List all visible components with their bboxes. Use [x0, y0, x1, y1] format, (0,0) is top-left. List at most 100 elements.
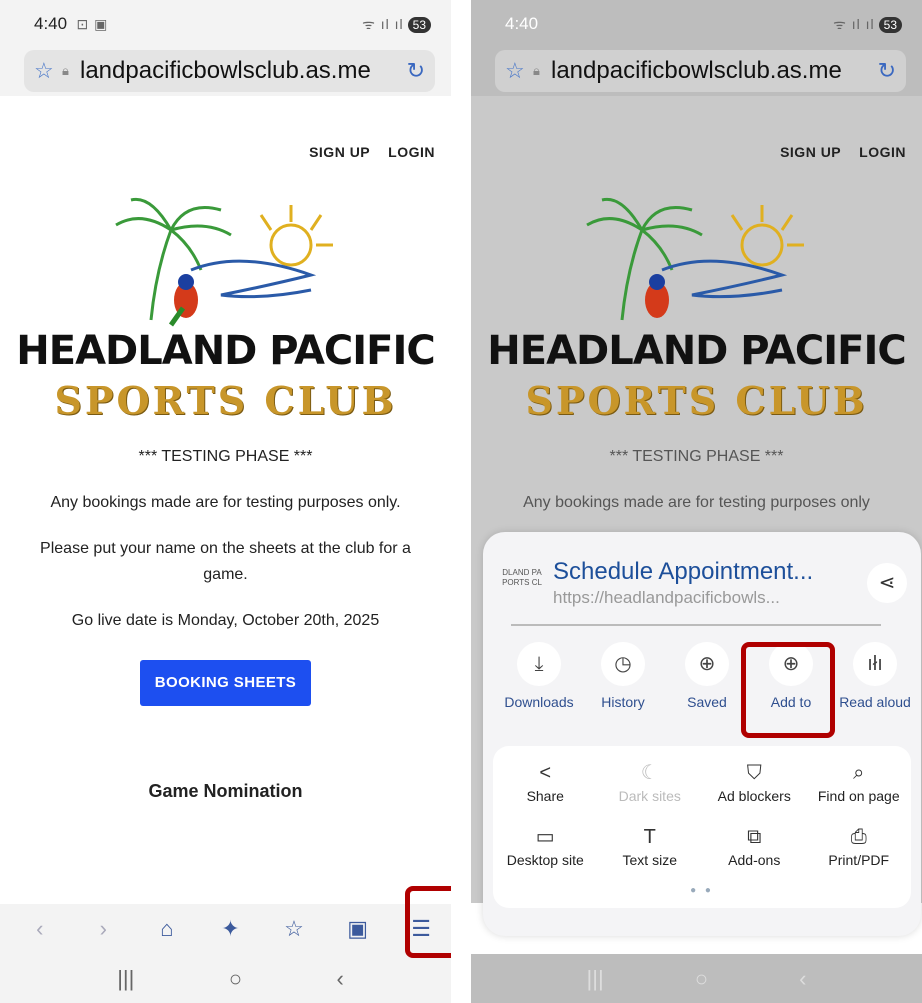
logo-title-line2: SPORTS CLUB [54, 378, 397, 423]
signal-icon-dimmed: ᯤ ıl ıl [833, 16, 875, 32]
find-icon: ⌕ [853, 762, 865, 784]
address-bar-dimmed: ☆ 🔒︎ landpacificbowlsclub.as.me ↻ [495, 50, 906, 92]
site-thumbnail: DLAND PA PORTS CL [502, 568, 542, 587]
status-bar: 4:40 ⊡ ▣ ᯤ ıl ıl 53 [0, 0, 451, 48]
booking-sheets-button[interactable]: BOOKING SHEETS [139, 660, 312, 706]
shield-icon: ⛉ [746, 762, 762, 784]
status-notification-icons: ⊡ ▣ [76, 16, 109, 32]
bookings-note: Any bookings made are for testing purpos… [50, 494, 401, 511]
ai-sparkle-icon[interactable]: ✦ [210, 916, 250, 942]
back-icon[interactable]: ‹ [20, 916, 60, 942]
menu-item-label: Ad blockers [717, 788, 791, 804]
signup-link-dimmed: SIGN UP [780, 144, 842, 160]
page-title: Schedule Appointment... [553, 558, 814, 585]
quick-history[interactable]: ◷ History [581, 642, 665, 710]
palm-parrot-sun-art [114, 197, 333, 327]
read-aloud-icon: ıłı [853, 642, 897, 686]
menu-highlight-box [405, 886, 451, 958]
menu-find-on-page[interactable]: ⌕ Find on page [807, 758, 912, 804]
quick-label: Downloads [504, 694, 574, 710]
system-home-icon-dimmed: ○ [694, 965, 709, 991]
page-indicator-dots: ● ● [690, 885, 714, 896]
forward-icon[interactable]: › [83, 916, 123, 942]
url-text[interactable]: landpacificbowlsclub.as.me [80, 57, 407, 85]
menu-dark-sites[interactable]: ☾ Dark sites [598, 758, 703, 804]
login-link-dimmed: LOGIN [859, 144, 906, 160]
reload-icon[interactable]: ↻ [407, 58, 425, 84]
bookmarks-icon[interactable]: ☆ [274, 916, 314, 942]
menu-item-label: Text size [622, 852, 677, 868]
system-navbar: ||| ○ ‹ [0, 954, 451, 1003]
login-link[interactable]: LOGIN [388, 144, 435, 160]
menu-text-size[interactable]: T Text size [598, 822, 703, 868]
left-phone-screen: 4:40 ⊡ ▣ ᯤ ıl ıl 53 ☆ 🔒︎ landpacificbowls… [0, 0, 461, 1003]
club-logo-dimmed: HEADLAND PACIFIC SPORTS CLUB [482, 190, 912, 423]
logo-title-line1-dimmed: HEADLAND PACIFIC [487, 328, 906, 374]
browser-menu-sheet: DLAND PA PORTS CL Schedule Appointment..… [483, 532, 921, 936]
menu-add-ons[interactable]: ⧉ Add-ons [702, 822, 807, 868]
system-back-icon-dimmed: ‹ [799, 965, 807, 991]
signal-icon: ᯤ ıl ıl [362, 16, 404, 32]
right-phone-screen: 4:40 ᯤ ıl ıl 53 ☆ 🔒︎ landpacificbowlsclub… [471, 0, 922, 1003]
saved-globe-icon: ⊕ [685, 642, 729, 686]
status-bar-dimmed: 4:40 ᯤ ıl ıl 53 [471, 0, 922, 48]
quick-downloads[interactable]: ⤓ Downloads [497, 642, 581, 710]
quick-read-aloud[interactable]: ıłı Read aloud [833, 642, 917, 710]
web-page-dimmed: SIGN UP LOGIN HEADLAND PACIFIC SPORTS CL… [471, 96, 922, 936]
system-home-icon[interactable]: ○ [229, 966, 242, 992]
reload-icon-dimmed: ↻ [877, 58, 896, 83]
signup-link[interactable]: SIGN UP [309, 144, 370, 160]
browser-toolbar: ‹ › ⌂ ✦ ☆ ▣ ☰ [0, 904, 451, 954]
add-to-highlight-box [741, 642, 835, 738]
url-text-dimmed: landpacificbowlsclub.as.me [551, 57, 842, 84]
status-time: 4:40 [34, 14, 68, 33]
testing-phase-text-dimmed: *** TESTING PHASE *** [609, 448, 784, 465]
battery-icon-dimmed: 53 [878, 17, 902, 33]
share-icon: < [539, 762, 552, 784]
menu-desktop-site[interactable]: ▭ Desktop site [493, 822, 598, 868]
logo-title-line1: HEADLAND PACIFIC [16, 328, 435, 374]
bookmark-star-icon[interactable]: ☆ [34, 58, 62, 84]
system-navbar-dimmed: ||| ○ ‹ [471, 954, 922, 1003]
menu-item-label: Desktop site [506, 852, 584, 868]
system-back-icon[interactable]: ‹ [336, 966, 343, 992]
status-time-dimmed: 4:40 [505, 14, 539, 33]
menu-ad-blockers[interactable]: ⛉ Ad blockers [702, 758, 807, 804]
add-ons-icon: ⧉ [747, 826, 762, 848]
bookmark-star-icon-dimmed: ☆ [505, 58, 525, 83]
home-icon[interactable]: ⌂ [147, 916, 187, 942]
sheets-note: Please put your name on the sheets at th… [40, 540, 411, 583]
share-page-icon[interactable]: ⋖ [867, 563, 907, 603]
logo-title-line2-dimmed: SPORTS CLUB [525, 378, 868, 423]
game-nomination-heading: Game Nomination [148, 781, 303, 801]
club-logo: HEADLAND PACIFIC SPORTS CLUB [11, 190, 441, 423]
history-icon: ◷ [601, 642, 645, 686]
recents-icon-dimmed: ||| [586, 965, 604, 991]
lock-icon-dimmed: 🔒︎ [533, 63, 540, 78]
web-page: SIGN UP LOGIN HEADLAND PACIFIC SPORTS CL… [0, 96, 451, 903]
tabs-icon[interactable]: ▣ [338, 916, 378, 942]
lock-icon: 🔒︎ [62, 63, 69, 78]
downloads-icon: ⤓ [517, 642, 561, 686]
desktop-icon: ▭ [535, 826, 555, 848]
recents-icon[interactable]: ||| [117, 966, 134, 992]
menu-item-label: Share [526, 788, 564, 804]
menu-print-pdf[interactable]: ⎙ Print/PDF [807, 822, 912, 868]
menu-grid-card: < Share ☾ Dark sites ⛉ Ad blockers ⌕ Find on… [493, 746, 911, 908]
testing-phase-text: *** TESTING PHASE *** [138, 448, 313, 465]
battery-icon: 53 [407, 17, 431, 33]
bookings-note-cutoff: Any bookings made are for testing purpos… [523, 494, 870, 511]
quick-saved[interactable]: ⊕ Saved [665, 642, 749, 710]
page-url: https://headlandpacificbowls... [553, 588, 780, 607]
menu-item-label: Dark sites [618, 788, 681, 804]
text-size-icon: T [643, 826, 656, 848]
quick-label: History [601, 694, 645, 710]
address-bar[interactable]: ☆ 🔒︎ landpacificbowlsclub.as.me ↻ [24, 50, 435, 92]
quick-actions-row: ⤓ Downloads ◷ History ⊕ Saved ⊕ Add to ıłı Re… [483, 626, 921, 710]
quick-label: Saved [687, 694, 727, 710]
print-icon: ⎙ [850, 826, 867, 848]
golive-text: Go live date is Monday, October 20th, 20… [71, 612, 380, 629]
quick-label: Read aloud [839, 694, 911, 710]
menu-item-label: Find on page [817, 788, 900, 804]
menu-share[interactable]: < Share [493, 758, 598, 804]
